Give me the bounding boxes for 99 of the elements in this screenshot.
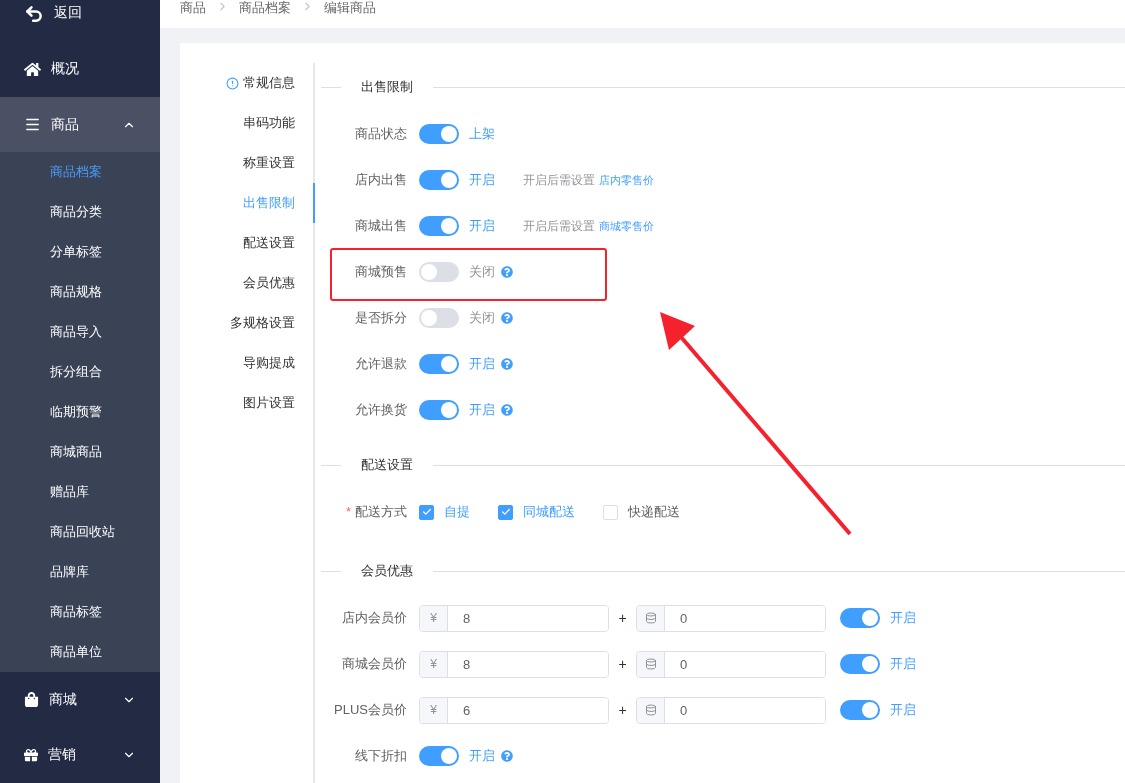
sidebar-item[interactable]: 营销 bbox=[0, 727, 160, 783]
toggle-switch[interactable] bbox=[419, 400, 459, 420]
anchor-nav-item[interactable]: 称重设置 bbox=[243, 143, 315, 183]
breadcrumb-item[interactable]: 商品 bbox=[180, 0, 206, 16]
anchor-nav-item[interactable]: 配送设置 bbox=[243, 223, 315, 263]
sidebar-subitem[interactable]: 分单标签 bbox=[0, 232, 160, 273]
sidebar-subitem[interactable]: 临期预警 bbox=[0, 392, 160, 433]
sidebar-subitem[interactable]: 品牌库 bbox=[0, 552, 160, 593]
info-icon bbox=[226, 76, 239, 90]
toggle-switch[interactable] bbox=[419, 124, 459, 144]
toggle-switch[interactable] bbox=[419, 262, 459, 282]
sidebar-subitem[interactable]: 拆分组合 bbox=[0, 352, 160, 393]
back-arrow-icon bbox=[24, 4, 44, 24]
check-icon bbox=[500, 507, 511, 517]
toggle-switch[interactable] bbox=[419, 170, 459, 190]
back-link[interactable]: 返回 bbox=[0, 0, 160, 42]
switch-state-text: 开启 bbox=[890, 701, 916, 719]
anchor-nav-item[interactable]: 多规格设置 bbox=[230, 303, 315, 343]
price-field[interactable]: ¥ 6 bbox=[419, 696, 609, 724]
toggle-switch[interactable] bbox=[840, 654, 880, 674]
coins-icon bbox=[644, 612, 657, 624]
gift-icon bbox=[24, 748, 38, 763]
anchor-nav-item[interactable]: 导购提成 bbox=[243, 343, 315, 383]
points-field[interactable]: 0 bbox=[636, 650, 826, 678]
help-icon[interactable] bbox=[501, 750, 513, 762]
hint-text: 开启后需设置 bbox=[523, 217, 595, 235]
switch-state-text: 开启 bbox=[469, 217, 495, 235]
toggle-switch[interactable] bbox=[419, 308, 459, 328]
breadcrumb-item: 编辑商品 bbox=[324, 0, 376, 16]
switch-state-text: 关闭 bbox=[469, 263, 495, 281]
required-asterisk: * bbox=[345, 504, 351, 519]
sidebar-subitem[interactable]: 商品规格 bbox=[0, 272, 160, 313]
section-title: 会员优惠 bbox=[360, 562, 414, 580]
sidebar-subitem[interactable]: 商城商品 bbox=[0, 432, 160, 473]
anchor-nav-item[interactable]: 图片设置 bbox=[243, 383, 315, 423]
toggle-switch[interactable] bbox=[419, 746, 459, 766]
plus-sign: + bbox=[617, 656, 628, 672]
field-label: 商城预售 bbox=[354, 263, 408, 281]
sidebar-subitem[interactable]: 商品单位 bbox=[0, 632, 160, 673]
sidebar-subitem[interactable]: 商品分类 bbox=[0, 192, 160, 233]
field-label: 线下折扣 bbox=[354, 747, 408, 765]
points-field[interactable]: 0 bbox=[636, 604, 826, 632]
switch-state-text: 开启 bbox=[469, 747, 495, 765]
field-label: 店内会员价 bbox=[341, 609, 408, 627]
bag-icon bbox=[24, 692, 39, 708]
currency-prefix: ¥ bbox=[420, 651, 448, 677]
points-field[interactable]: 0 bbox=[636, 696, 826, 724]
checkbox[interactable] bbox=[419, 504, 434, 520]
sidebar-item[interactable]: 商品 bbox=[0, 96, 160, 153]
field-label: 商城会员价 bbox=[341, 655, 408, 673]
field-label: PLUS会员价 bbox=[333, 701, 408, 719]
toggle-switch[interactable] bbox=[419, 354, 459, 374]
field-label: 配送方式 bbox=[355, 504, 407, 519]
switch-state-text: 开启 bbox=[469, 171, 495, 189]
currency-prefix: ¥ bbox=[420, 605, 448, 631]
toggle-switch[interactable] bbox=[419, 216, 459, 236]
plus-sign: + bbox=[617, 702, 628, 718]
price-field[interactable]: ¥ 8 bbox=[419, 604, 609, 632]
field-label: 商品状态 bbox=[354, 125, 408, 143]
toggle-switch[interactable] bbox=[840, 700, 880, 720]
sidebar-subitem[interactable]: 商品导入 bbox=[0, 312, 160, 353]
checkbox-label[interactable]: 快递配送 bbox=[628, 503, 680, 521]
field-label: 店内出售 bbox=[354, 171, 408, 189]
sidebar-item[interactable]: 商城 bbox=[0, 672, 160, 728]
switch-state-text: 上架 bbox=[469, 125, 495, 143]
section-title: 配送设置 bbox=[360, 456, 414, 474]
sidebar-subitem[interactable]: 商品回收站 bbox=[0, 512, 160, 553]
help-icon[interactable] bbox=[501, 358, 513, 370]
sidebar-subitem[interactable]: 商品档案 bbox=[0, 152, 160, 193]
field-label: 允许换货 bbox=[354, 401, 408, 419]
switch-state-text: 开启 bbox=[469, 401, 495, 419]
switch-state-text: 开启 bbox=[890, 655, 916, 673]
plus-sign: + bbox=[617, 610, 628, 626]
home-icon bbox=[24, 60, 41, 78]
check-icon bbox=[421, 507, 432, 517]
coins-icon bbox=[644, 704, 657, 716]
anchor-nav-item[interactable]: 会员优惠 bbox=[243, 263, 315, 303]
sidebar-subitem[interactable]: 商品标签 bbox=[0, 592, 160, 633]
anchor-nav-item[interactable]: 串码功能 bbox=[243, 103, 315, 143]
price-field[interactable]: ¥ 8 bbox=[419, 650, 609, 678]
field-label: 是否拆分 bbox=[354, 309, 408, 327]
help-icon[interactable] bbox=[501, 404, 513, 416]
help-icon[interactable] bbox=[501, 312, 513, 324]
switch-state-text: 开启 bbox=[890, 609, 916, 627]
sidebar-item[interactable]: 概况 bbox=[0, 41, 160, 97]
coins-icon bbox=[644, 658, 657, 670]
hint-text: 开启后需设置 bbox=[523, 171, 595, 189]
toggle-switch[interactable] bbox=[840, 608, 880, 628]
field-label: 允许退款 bbox=[354, 355, 408, 373]
checkbox[interactable] bbox=[498, 504, 513, 520]
section-title: 出售限制 bbox=[360, 78, 414, 96]
field-label: 商城出售 bbox=[354, 217, 408, 235]
switch-state-text: 开启 bbox=[469, 355, 495, 373]
switch-state-text: 关闭 bbox=[469, 309, 495, 327]
help-icon[interactable] bbox=[501, 266, 513, 278]
sidebar-subitem[interactable]: 赠品库 bbox=[0, 472, 160, 513]
breadcrumb-item[interactable]: 商品档案 bbox=[239, 0, 291, 16]
anchor-nav-item[interactable]: 常规信息 bbox=[226, 63, 315, 103]
currency-prefix: ¥ bbox=[420, 697, 448, 723]
